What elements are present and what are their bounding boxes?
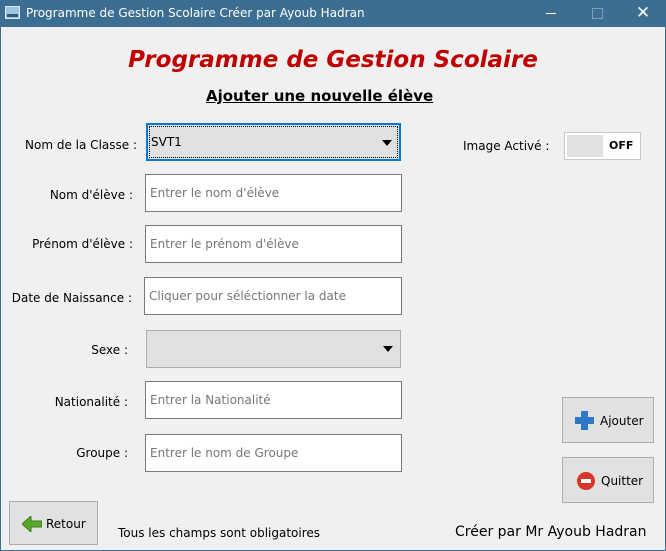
title-bar: Programme de Gestion Scolaire Créer par … — [0, 0, 666, 27]
groupe-input[interactable]: Entrer le nom de Groupe — [145, 434, 402, 472]
back-button-label: Retour — [46, 517, 86, 531]
chevron-down-icon — [383, 346, 393, 352]
back-button[interactable]: Retour — [9, 501, 98, 545]
sexe-select[interactable] — [146, 330, 401, 368]
minus-circle-icon — [577, 472, 595, 490]
image-toggle-label: Image Activé : — [463, 139, 550, 153]
chevron-down-icon — [382, 140, 392, 146]
nationalite-label: Nationalité : — [54, 395, 128, 409]
add-button[interactable]: Ajouter — [562, 397, 654, 443]
quit-button[interactable]: Quitter — [562, 457, 654, 503]
sexe-label: Sexe : — [91, 343, 128, 357]
nom-label: Nom d'élève : — [49, 188, 133, 202]
minimize-button[interactable] — [528, 0, 574, 27]
maximize-button[interactable] — [574, 0, 620, 27]
close-button[interactable]: ✕ — [620, 0, 666, 27]
prenom-label: Prénom d'élève : — [32, 237, 133, 251]
form-subtitle: Ajouter une nouvelle élève — [206, 87, 434, 105]
window-title: Programme de Gestion Scolaire Créer par … — [26, 6, 365, 20]
required-fields-note: Tous les champs sont obligatoires — [118, 526, 321, 540]
add-button-label: Ajouter — [600, 414, 644, 428]
date-label: Date de Naissance : — [11, 291, 132, 305]
classe-select[interactable]: SVT1 — [146, 123, 401, 161]
nom-input[interactable]: Entrer le nom d'élève — [145, 174, 402, 212]
author-credit: Créer par Mr Ayoub Hadran — [455, 524, 647, 540]
toggle-state: OFF — [609, 139, 634, 152]
app-icon — [5, 6, 20, 19]
quit-button-label: Quitter — [601, 474, 644, 488]
date-input[interactable]: Cliquer pour séléctionner la date — [144, 277, 402, 315]
groupe-label: Groupe : — [76, 446, 128, 460]
classe-value: SVT1 — [151, 135, 182, 149]
image-toggle[interactable]: OFF — [564, 132, 641, 160]
arrow-left-icon — [22, 516, 42, 532]
plus-icon — [575, 411, 594, 430]
minimize-icon — [546, 13, 556, 14]
toggle-knob — [567, 135, 603, 157]
main-panel: Programme de Gestion Scolaire Ajouter un… — [1, 27, 665, 550]
page-title: Programme de Gestion Scolaire — [128, 47, 538, 73]
prenom-input[interactable]: Entrer le prénom d'élève — [145, 225, 402, 263]
nationalite-input[interactable]: Entrer la Nationalité — [145, 381, 402, 419]
classe-label: Nom de la Classe : — [25, 138, 137, 152]
maximize-icon — [591, 8, 603, 19]
